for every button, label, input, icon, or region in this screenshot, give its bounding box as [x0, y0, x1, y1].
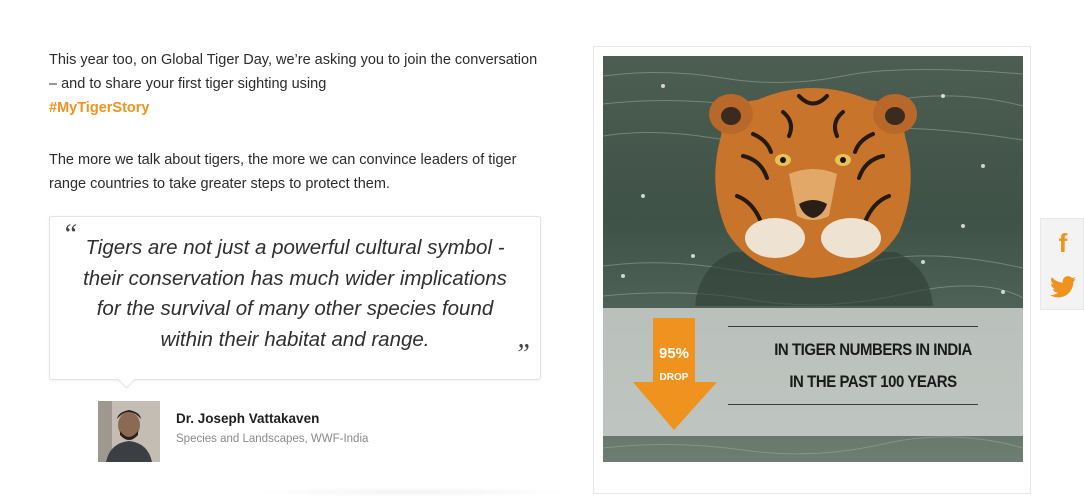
intro-paragraph: This year too, on Global Tiger Day, we’r… — [49, 48, 549, 120]
twitter-share-button[interactable] — [1041, 265, 1084, 309]
author-name: Dr. Joseph Vattakaven — [176, 411, 320, 426]
quote-text: Tigers are not just a powerful cultural … — [83, 236, 507, 351]
stat-line-1: IN TIGER NUMBERS IN INDIA — [774, 340, 972, 359]
close-quote-mark: ” — [514, 339, 530, 370]
divider-bottom — [728, 404, 978, 405]
bottom-shadow — [250, 487, 570, 497]
hashtag-link[interactable]: #MyTigerStory — [49, 96, 549, 120]
tiger-photo: 95% DROP IN TIGER NUMBERS IN INDIA IN TH… — [603, 56, 1023, 462]
facebook-share-button[interactable]: f — [1041, 221, 1084, 265]
body-paragraph: The more we talk about tigers, the more … — [49, 152, 517, 192]
down-arrow-icon: 95% DROP — [633, 318, 717, 430]
author-role: Species and Landscapes, WWF-India — [176, 433, 369, 445]
divider-top — [728, 326, 978, 327]
stat-banner: 95% DROP IN TIGER NUMBERS IN INDIA IN TH… — [603, 308, 1023, 436]
drop-label: DROP — [660, 372, 689, 383]
twitter-icon — [1050, 276, 1076, 298]
stat-line-2: IN THE PAST 100 YEARS — [789, 372, 957, 391]
author-photo — [98, 401, 160, 462]
intro-text: This year too, on Global Tiger Day, we’r… — [49, 52, 538, 92]
quote-box: “ Tigers are not just a powerful cultura… — [49, 216, 541, 380]
drop-percent: 95% — [659, 345, 689, 362]
facebook-icon: f — [1058, 227, 1068, 258]
infographic-card: 95% DROP IN TIGER NUMBERS IN INDIA IN TH… — [593, 46, 1031, 494]
social-share-rail: f — [1040, 218, 1084, 310]
